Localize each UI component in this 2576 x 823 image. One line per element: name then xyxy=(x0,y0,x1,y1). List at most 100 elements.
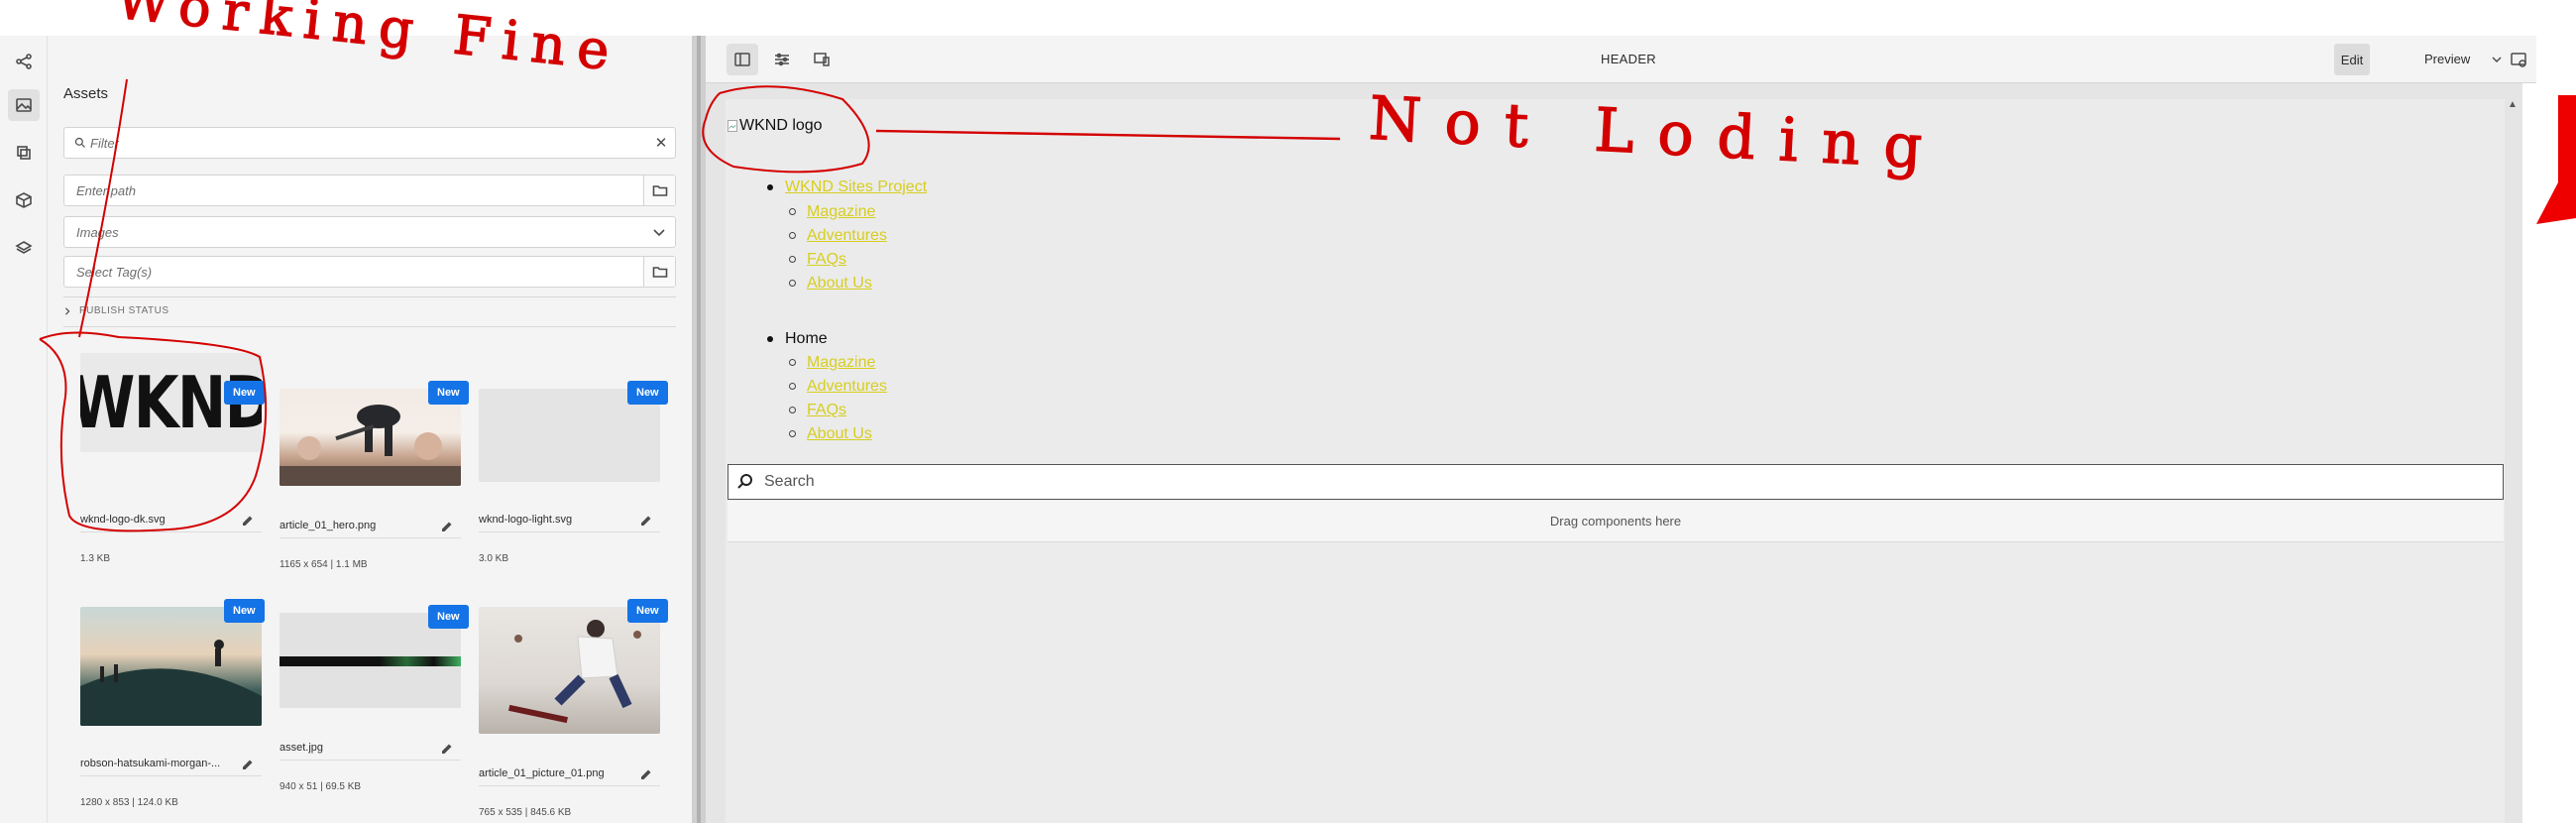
tags-input[interactable]: Select Tag(s) xyxy=(64,265,643,280)
nav-link[interactable]: Adventures xyxy=(807,227,887,244)
page-properties-icon[interactable] xyxy=(766,44,798,75)
assets-icon[interactable] xyxy=(8,89,40,121)
publish-status-toggle[interactable]: PUBLISH STATUS xyxy=(63,305,169,316)
nav-subitem[interactable]: Adventures xyxy=(789,227,887,245)
path-field[interactable]: Enter path xyxy=(63,175,676,206)
search-input[interactable]: Search xyxy=(728,464,2504,500)
asset-name: asset.jpg xyxy=(280,742,324,754)
search-placeholder: Search xyxy=(764,473,815,490)
folder-icon[interactable] xyxy=(643,176,675,205)
edit-pencil-icon[interactable] xyxy=(242,758,254,769)
circle-bullet-icon xyxy=(789,407,796,414)
broken-image-icon xyxy=(728,120,737,132)
new-badge: New xyxy=(224,381,265,405)
nav-subitem[interactable]: About Us xyxy=(789,425,872,443)
splitter-grip[interactable] xyxy=(697,36,701,823)
nav-subitem[interactable]: About Us xyxy=(789,275,872,293)
drop-zone[interactable]: Drag components here xyxy=(728,501,2504,542)
nav-link-root[interactable]: WKND Sites Project xyxy=(785,178,927,195)
nav-home-label: Home xyxy=(785,330,828,347)
asset-meta: 940 x 51 | 69.5 KB xyxy=(280,781,362,792)
asset-card[interactable]: WKND New wknd-logo-dk.svg 1.3 KB xyxy=(80,353,265,571)
new-badge: New xyxy=(428,605,469,629)
layers-icon[interactable] xyxy=(8,232,40,264)
edit-pencil-icon[interactable] xyxy=(242,514,254,526)
divider xyxy=(80,531,262,532)
divider xyxy=(479,531,660,532)
nav-link[interactable]: FAQs xyxy=(807,251,846,268)
chevron-down-icon xyxy=(643,224,675,240)
nav-item-root[interactable]: WKND Sites Project xyxy=(767,178,927,196)
asset-card[interactable]: New robson-hatsukami-morgan-... 1280 x 8… xyxy=(80,571,265,809)
edit-mode-button[interactable]: Edit xyxy=(2334,44,2370,75)
tags-field[interactable]: Select Tag(s) xyxy=(63,256,676,288)
right-gutter xyxy=(2522,83,2536,823)
circle-bullet-icon xyxy=(789,256,796,264)
edit-pencil-icon[interactable] xyxy=(640,767,652,779)
divider xyxy=(280,760,461,761)
circle-bullet-icon xyxy=(789,359,796,367)
scroll-up-arrow-icon[interactable]: ▲ xyxy=(2505,99,2520,115)
cube-icon[interactable] xyxy=(8,184,40,216)
asset-card[interactable]: New article_01_picture_01.png 765 x 535 … xyxy=(479,571,668,818)
nav-link[interactable]: FAQs xyxy=(807,402,846,418)
nav-subitem[interactable]: FAQs xyxy=(789,251,846,269)
nav-subitem[interactable]: FAQs xyxy=(789,402,846,419)
drop-zone-label: Drag components here xyxy=(1549,514,1682,529)
asset-card[interactable]: New wknd-logo-light.svg 3.0 KB xyxy=(479,353,668,571)
asset-name: wknd-logo-dk.svg xyxy=(80,514,166,526)
bullet-icon xyxy=(767,335,773,342)
nav-link[interactable]: About Us xyxy=(807,275,872,292)
panel-title: Assets xyxy=(63,85,109,102)
emulator-icon[interactable] xyxy=(806,44,838,75)
asset-thumbnail[interactable] xyxy=(80,607,262,726)
preview-mode-button[interactable]: Preview xyxy=(2424,52,2470,66)
components-icon[interactable] xyxy=(8,137,40,169)
red-decoration xyxy=(2536,95,2576,224)
logo-alt-text: WKND logo xyxy=(739,117,823,134)
broken-logo-image[interactable]: WKND logo xyxy=(728,117,823,135)
asset-meta: 3.0 KB xyxy=(479,553,509,564)
asset-card[interactable]: New asset.jpg 940 x 51 | 69.5 KB xyxy=(280,571,469,809)
asset-type-select[interactable]: Images xyxy=(63,216,676,248)
divider xyxy=(63,326,676,327)
aem-editor-screen: Assets Filter ✕ Enter path Images Select… xyxy=(0,0,2576,823)
publish-status-label: PUBLISH STATUS xyxy=(79,305,169,316)
nav-subitem[interactable]: Magazine xyxy=(789,354,875,372)
asset-card[interactable]: New article_01_hero.png 1165 x 654 | 1.1… xyxy=(280,353,469,571)
share-icon[interactable] xyxy=(8,46,40,77)
toggle-side-panel-icon[interactable] xyxy=(727,44,758,75)
new-badge: New xyxy=(627,599,668,623)
circle-bullet-icon xyxy=(789,280,796,288)
circle-bullet-icon xyxy=(789,383,796,391)
new-badge: New xyxy=(224,599,265,623)
skatepark-photo xyxy=(80,640,262,726)
nav-link[interactable]: Magazine xyxy=(807,203,875,220)
edit-pencil-icon[interactable] xyxy=(441,742,453,754)
asset-name: article_01_hero.png xyxy=(280,520,377,531)
page-settings-icon[interactable] xyxy=(2503,44,2534,75)
asset-name: wknd-logo-light.svg xyxy=(479,514,573,526)
new-badge: New xyxy=(428,381,469,405)
new-badge: New xyxy=(627,381,668,405)
nav-subitem[interactable]: Adventures xyxy=(789,378,887,396)
circle-bullet-icon xyxy=(789,232,796,240)
asset-meta: 765 x 535 | 845.6 KB xyxy=(479,807,572,818)
path-input[interactable]: Enter path xyxy=(64,183,643,198)
edit-pencil-icon[interactable] xyxy=(441,520,453,531)
asset-thumbnail[interactable] xyxy=(479,607,660,734)
nav-link[interactable]: Adventures xyxy=(807,378,887,395)
nav-link[interactable]: Magazine xyxy=(807,354,875,371)
asset-name: article_01_picture_01.png xyxy=(479,767,605,779)
divider xyxy=(80,775,262,776)
circle-bullet-icon xyxy=(789,208,796,216)
filter-field[interactable]: Filter ✕ xyxy=(63,127,676,159)
filter-input[interactable]: Filter xyxy=(86,136,647,151)
clear-icon[interactable]: ✕ xyxy=(647,134,675,152)
nav-link[interactable]: About Us xyxy=(807,425,872,442)
folder-icon[interactable] xyxy=(643,257,675,287)
edit-pencil-icon[interactable] xyxy=(640,514,652,526)
asset-meta: 1165 x 654 | 1.1 MB xyxy=(280,559,368,570)
nav-subitem[interactable]: Magazine xyxy=(789,203,875,221)
skater-jump-photo xyxy=(508,620,641,724)
